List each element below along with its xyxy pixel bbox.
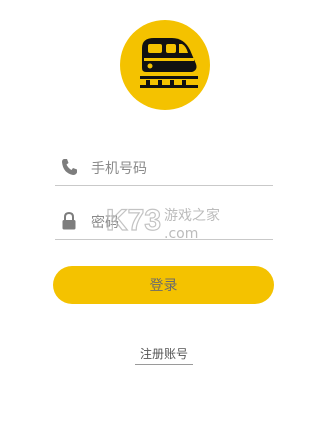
phone-icon xyxy=(62,159,77,175)
login-screen: K73 游戏之家 .com 登录 注册账号 xyxy=(0,0,321,447)
phone-field[interactable] xyxy=(55,152,273,186)
register-link[interactable]: 注册账号 xyxy=(135,345,193,365)
password-field[interactable] xyxy=(55,206,273,240)
phone-input[interactable] xyxy=(91,156,266,182)
train-icon xyxy=(140,38,198,88)
password-input[interactable] xyxy=(91,210,266,236)
lock-icon xyxy=(62,212,76,230)
app-logo xyxy=(120,20,210,110)
login-button[interactable]: 登录 xyxy=(53,266,274,304)
